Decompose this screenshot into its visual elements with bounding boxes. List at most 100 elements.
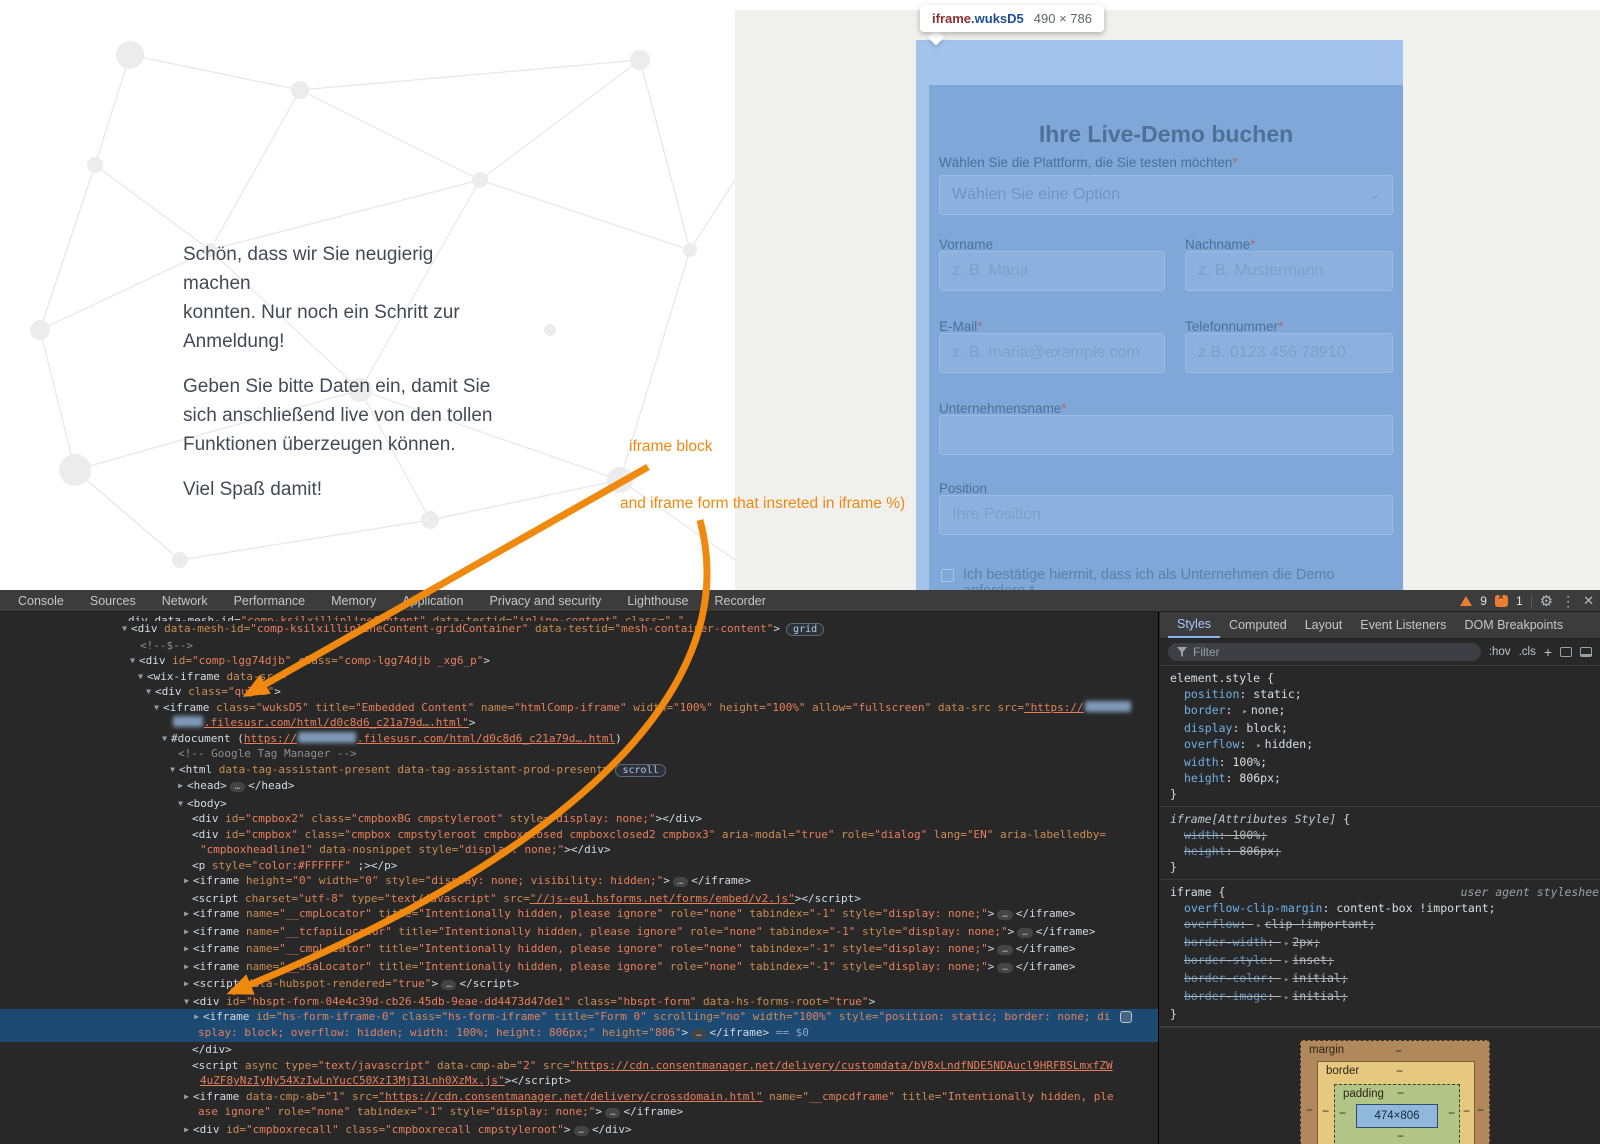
css-property[interactable]: display: block;	[1170, 720, 1590, 736]
sidebar-tab-event-listeners[interactable]: Event Listeners	[1351, 613, 1455, 637]
devtools-tab-privacy-and-security[interactable]: Privacy and security	[489, 594, 601, 608]
warning-count[interactable]: 9	[1480, 594, 1487, 608]
checkbox-icon[interactable]	[941, 569, 954, 582]
dom-tree-line[interactable]: ▶<iframe name="__dsaLocator" title="Inte…	[0, 959, 1158, 977]
expand-arrow-icon[interactable]: ▼	[134, 669, 147, 685]
dom-tree-line[interactable]: ▶<div id="cmpboxrecall" class="cmpboxrec…	[0, 1122, 1158, 1140]
css-property[interactable]: border: ▸none;	[1170, 702, 1590, 720]
css-property[interactable]: width: 100%;	[1170, 754, 1590, 770]
box-model-padding[interactable]: padding − − − − 474×806	[1334, 1084, 1460, 1144]
expand-arrow-icon[interactable]: ▼	[174, 796, 187, 812]
dom-tree-line[interactable]: 4uZF8yNzIyNy54XzIwLnYucC50XzI3MjI3Lnh0Xz…	[0, 1073, 1158, 1089]
dom-tree-line[interactable]: ▶<head>…</head>	[0, 778, 1158, 796]
sidebar-tab-computed[interactable]: Computed	[1220, 613, 1296, 637]
expand-arrow-icon[interactable]: ▶	[180, 873, 193, 889]
vorname-input[interactable]	[939, 251, 1165, 291]
dom-tree-line[interactable]: "cmpboxheadline1" data-nosnippet style="…	[0, 842, 1158, 858]
ellipsis-expand-button[interactable]: …	[441, 980, 456, 990]
devtools-tab-recorder[interactable]: Recorder	[714, 594, 765, 608]
dom-tree-line[interactable]: .filesusr.com/html/d0c8d6_c21a79d….html"…	[0, 715, 1158, 731]
ellipsis-expand-button[interactable]: …	[997, 910, 1012, 920]
devtools-tab-sources[interactable]: Sources	[90, 594, 136, 608]
computed-sidebar-icon[interactable]	[1580, 647, 1592, 657]
expand-arrow-icon[interactable]: ▼	[158, 731, 171, 747]
ellipsis-expand-button[interactable]: …	[574, 1126, 589, 1136]
ellipsis-expand-button[interactable]: …	[230, 782, 245, 792]
devtools-tab-network[interactable]: Network	[162, 594, 208, 608]
close-icon[interactable]: ✕	[1583, 593, 1594, 609]
expand-arrow-icon[interactable]: ▶	[180, 1122, 193, 1138]
expand-arrow-icon[interactable]: ▼	[150, 700, 163, 716]
css-property[interactable]: border-style: ▸inset;	[1170, 952, 1590, 970]
dom-tree-line[interactable]: ▶<iframe name="__cmpLocator" title="Inte…	[0, 941, 1158, 959]
styles-filter-input[interactable]: Filter	[1168, 643, 1481, 661]
dom-tree-line[interactable]: <div id="cmpbox2" class="cmpboxBG cmpsty…	[0, 811, 1158, 827]
css-property[interactable]: border-color: ▸initial;	[1170, 970, 1590, 988]
pseudo-state-toggle[interactable]: :hov	[1489, 646, 1511, 658]
dom-tree-line[interactable]: ▶<script data-hubspot-rendered="true">…<…	[0, 976, 1158, 994]
box-model-border[interactable]: border − − − − padding − − − − 47	[1317, 1061, 1475, 1144]
dom-tree-line[interactable]: ▼<body>	[0, 796, 1158, 812]
gear-icon[interactable]: ⚙	[1540, 592, 1553, 610]
dom-tree-line[interactable]: div data-mesh-id="comp-ksilxillinlineCon…	[0, 613, 1158, 621]
dom-tree-line[interactable]: <p style="color:#FFFFFF" ;></p>	[0, 858, 1158, 874]
nachname-input[interactable]	[1185, 251, 1393, 291]
sidebar-tab-styles[interactable]: Styles	[1168, 612, 1220, 638]
dom-tree-line[interactable]: ▼<html data-tag-assistant-present data-t…	[0, 762, 1158, 779]
dom-tree-line[interactable]: ▶<iframe id="hs-form-iframe-0" class="hs…	[0, 1009, 1158, 1025]
devtools-tab-performance[interactable]: Performance	[234, 594, 306, 608]
new-style-rule-button[interactable]: +	[1544, 644, 1552, 660]
dom-tree-line[interactable]: ase ignore" role="none" tabindex="-1" st…	[0, 1104, 1158, 1122]
email-input[interactable]	[939, 333, 1165, 373]
css-property[interactable]: height: 806px;	[1170, 770, 1590, 786]
css-selector[interactable]: iframe[Attributes Style]	[1170, 812, 1336, 826]
class-toggle[interactable]: .cls	[1519, 646, 1536, 658]
css-property[interactable]: border-image: ▸initial;	[1170, 988, 1590, 1006]
scroll-badge[interactable]: scroll	[615, 764, 665, 777]
dom-tree-line[interactable]: ▼<div class="quTIa">	[0, 684, 1158, 700]
issues-count[interactable]: 1	[1516, 594, 1523, 608]
expand-arrow-icon[interactable]: ▶	[180, 924, 193, 940]
dom-tree-line[interactable]: ▼<div id="comp-lgg74djb" class="comp-lgg…	[0, 653, 1158, 669]
sidebar-tab-dom-breakpoints[interactable]: DOM Breakpoints	[1455, 613, 1572, 637]
expand-arrow-icon[interactable]: ▶	[180, 959, 193, 975]
css-selector[interactable]: iframe	[1170, 885, 1212, 899]
dom-tree-line[interactable]: <!-- Google Tag Manager -->	[0, 746, 1158, 762]
box-model-margin[interactable]: margin − − − − border − − − − padding	[1300, 1040, 1490, 1144]
expand-arrow-icon[interactable]: ▼	[118, 621, 131, 637]
css-property[interactable]: width: 100%;	[1170, 827, 1590, 843]
dom-tree-line[interactable]: ▶<iframe name="__tcfapiLocator" title="I…	[0, 924, 1158, 942]
dom-tree-line[interactable]: <script charset="utf-8" type="text/javas…	[0, 891, 1158, 907]
css-selector[interactable]: element.style	[1170, 671, 1260, 685]
ellipsis-expand-button[interactable]: …	[997, 945, 1012, 955]
sidebar-tab-layout[interactable]: Layout	[1296, 613, 1352, 637]
dom-tree-line[interactable]: ▼<iframe class="wuksD5" title="Embedded …	[0, 700, 1158, 716]
dom-tree-line[interactable]: ▼<div data-mesh-id="comp-ksilxillinlineC…	[0, 621, 1158, 638]
grid-badge[interactable]: grid	[786, 623, 824, 636]
dom-tree-line[interactable]: splay: block; overflow: hidden; width: 1…	[0, 1025, 1158, 1043]
expand-arrow-icon[interactable]: ▶	[174, 778, 187, 794]
dom-tree-line[interactable]: ▶<iframe name="__cmpLocator" title="Inte…	[0, 906, 1158, 924]
issues-icon[interactable]	[1495, 595, 1508, 607]
expand-arrow-icon[interactable]: ▼	[142, 684, 155, 700]
position-input[interactable]	[939, 495, 1393, 535]
telefon-input[interactable]	[1185, 333, 1393, 373]
css-property[interactable]: position: static;	[1170, 686, 1590, 702]
checkbox-row-1[interactable]: Ich bestätige hiermit, dass ich als Unte…	[941, 567, 1381, 590]
expand-arrow-icon[interactable]: ▼	[126, 653, 139, 669]
expand-arrow-icon[interactable]: ▶	[180, 1089, 193, 1105]
expand-arrow-icon[interactable]: ▼	[180, 994, 193, 1010]
adorner-icon[interactable]	[1120, 1011, 1132, 1023]
warning-icon[interactable]	[1460, 596, 1472, 606]
css-property[interactable]: border-width: ▸2px;	[1170, 934, 1590, 952]
devtools-tab-application[interactable]: Application	[402, 594, 463, 608]
css-property[interactable]: overflow: ▸clip !important;	[1170, 916, 1590, 934]
box-model-content[interactable]: 474×806	[1356, 1104, 1438, 1128]
devtools-tab-lighthouse[interactable]: Lighthouse	[627, 594, 688, 608]
ellipsis-expand-button[interactable]: …	[605, 1108, 620, 1118]
dom-tree-line[interactable]: <script async type="text/javascript" dat…	[0, 1058, 1158, 1074]
kebab-menu-icon[interactable]: ⋮	[1561, 593, 1575, 610]
expand-arrow-icon[interactable]: ▶	[180, 941, 193, 957]
unternehmen-input[interactable]	[939, 415, 1393, 455]
ellipsis-expand-button[interactable]: …	[691, 1029, 706, 1039]
